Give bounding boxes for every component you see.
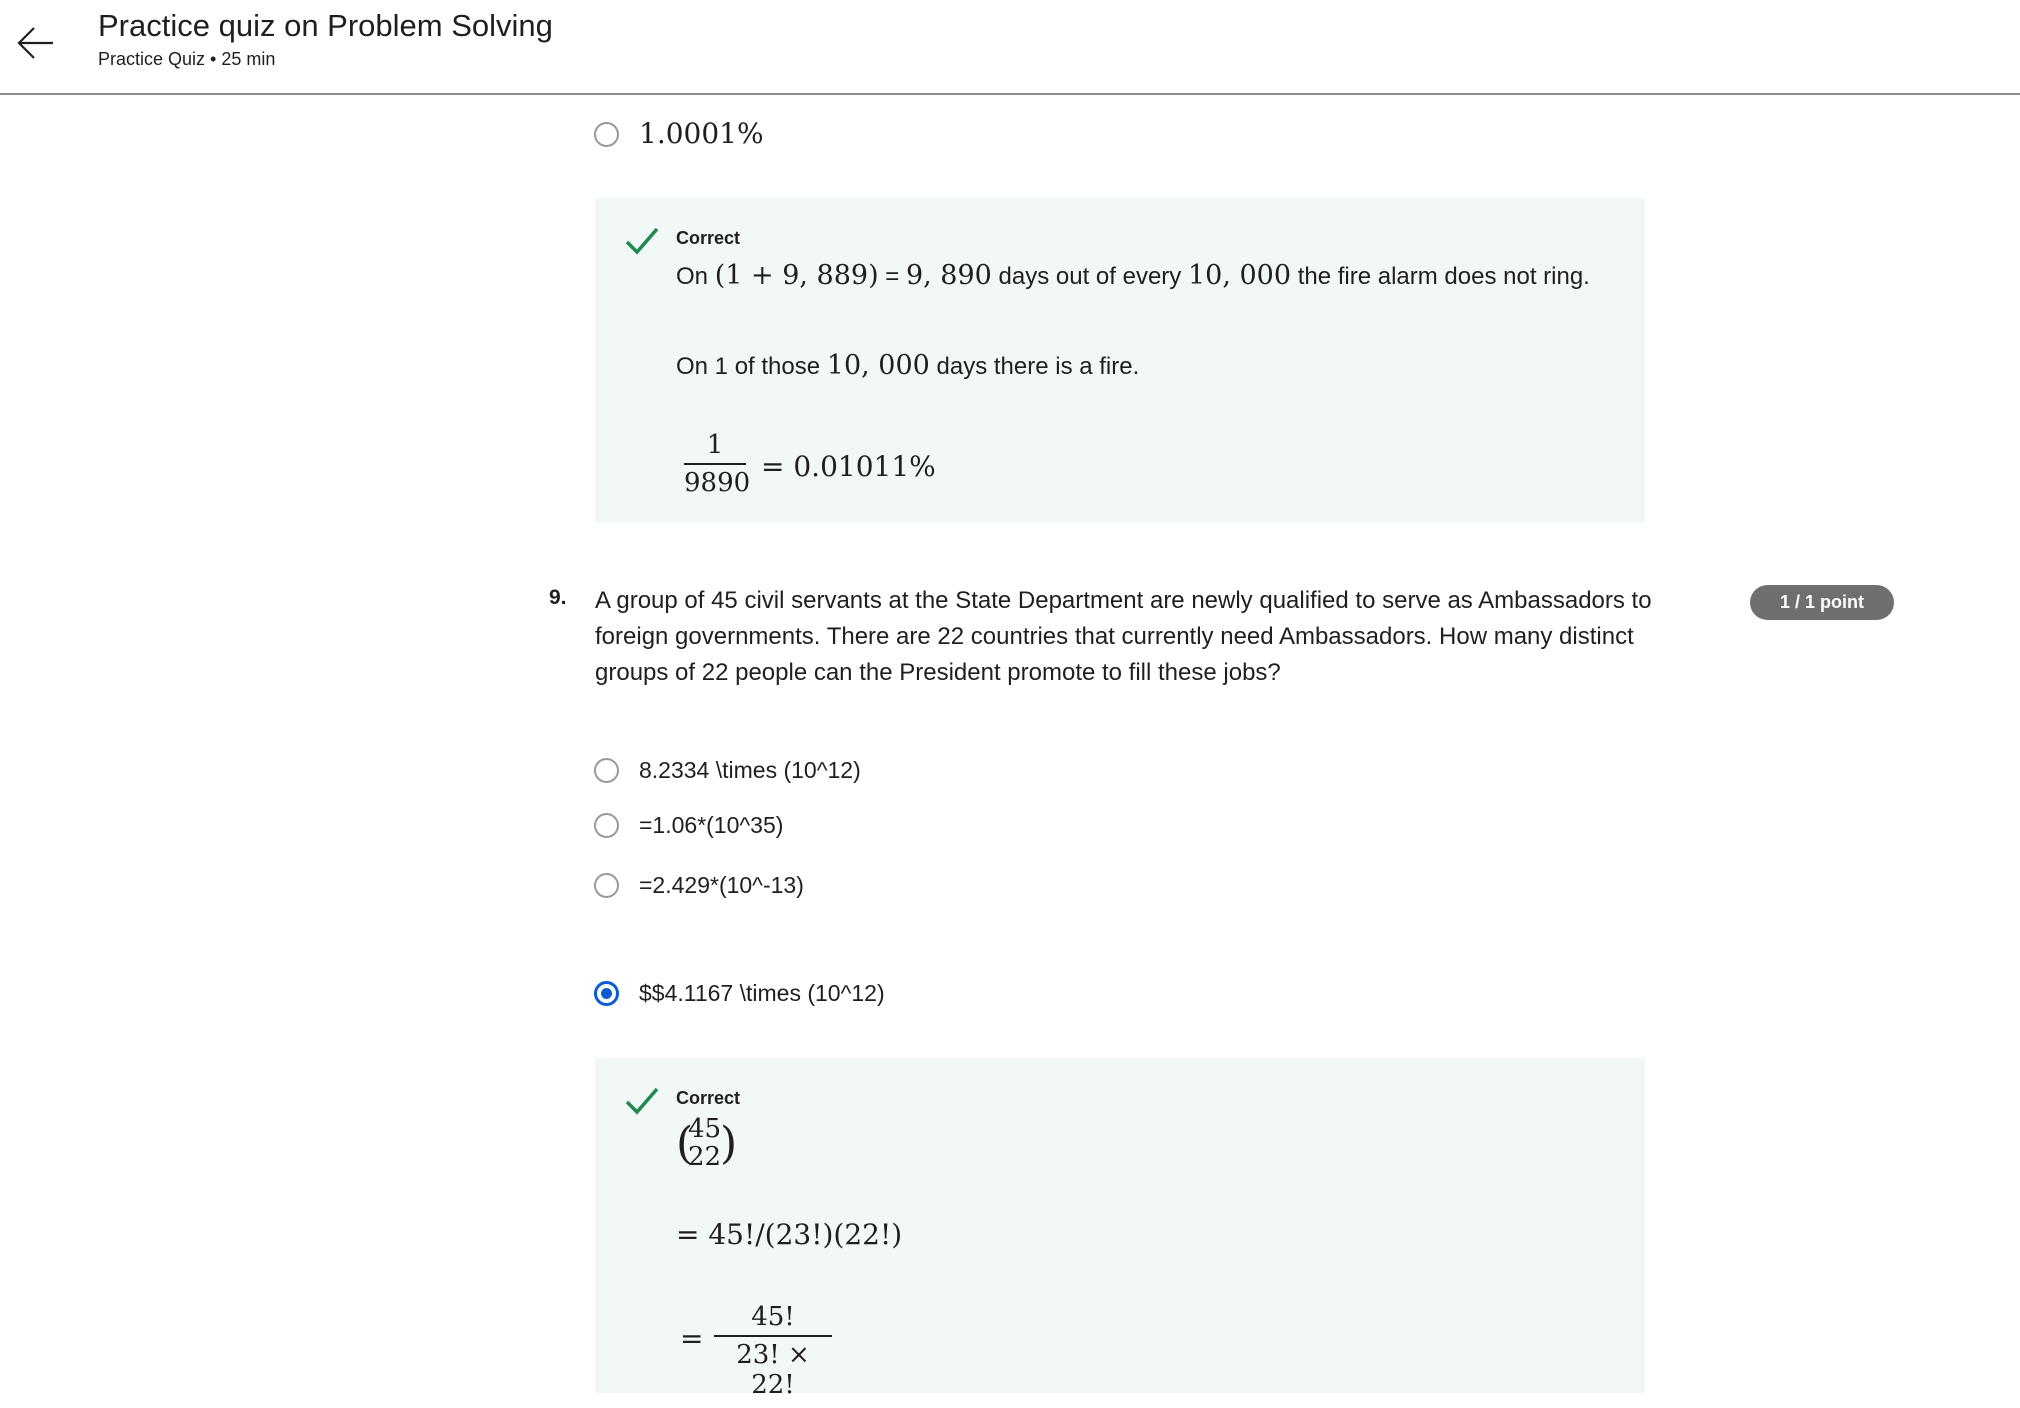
page-header: Practice quiz on Problem Solving Practic… [0, 0, 2020, 95]
page-subtitle: Practice Quiz • 25 min [98, 49, 276, 69]
points-badge: 1 / 1 point [1750, 585, 1894, 620]
option-radio-selected[interactable] [594, 981, 619, 1006]
question-number: 9. [549, 586, 567, 609]
fraction: 1 9890 [684, 430, 751, 498]
checkmark-icon [625, 227, 659, 255]
binomial-coefficient: ( 45 22 ) [676, 1114, 738, 1172]
option-radio[interactable] [594, 813, 619, 838]
equals-sign: = [680, 1322, 704, 1355]
option-label: 8.2334 \times (10^12) [639, 757, 861, 783]
option-radio[interactable] [594, 873, 619, 898]
option-label: =1.06*(10^35) [639, 812, 784, 838]
feedback-panel: Correct ( 45 22 ) = 45!/(23!)(22!) = 45!… [595, 1058, 1645, 1400]
feedback-line: = 45!/(23!)(22!) [676, 1218, 903, 1251]
arrow-left-icon [17, 27, 53, 59]
feedback-line: On (1 + 9, 889) = 9, 890 days out of eve… [676, 260, 1590, 291]
question-text: A group of 45 civil servants at the Stat… [595, 587, 1652, 686]
option-label: =2.429*(10^-13) [639, 872, 804, 898]
feedback-status: Correct [676, 228, 741, 248]
fraction-result: = 0.01011% [761, 450, 936, 483]
feedback-panel: Correct On (1 + 9, 889) = 9, 890 days ou… [595, 198, 1645, 523]
page-title: Practice quiz on Problem Solving [98, 8, 553, 43]
option-label: $$4.1167 \times (10^12) [639, 980, 885, 1006]
feedback-status: Correct [676, 1088, 741, 1108]
back-button[interactable] [12, 20, 58, 66]
checkmark-icon [625, 1087, 659, 1115]
feedback-line: On 1 of those 10, 000 days there is a fi… [676, 350, 1140, 381]
option-label: 1.0001% [639, 117, 764, 150]
option-radio[interactable] [594, 122, 619, 147]
fraction: 45! 23! × 22! [714, 1302, 832, 1400]
option-radio[interactable] [594, 758, 619, 783]
